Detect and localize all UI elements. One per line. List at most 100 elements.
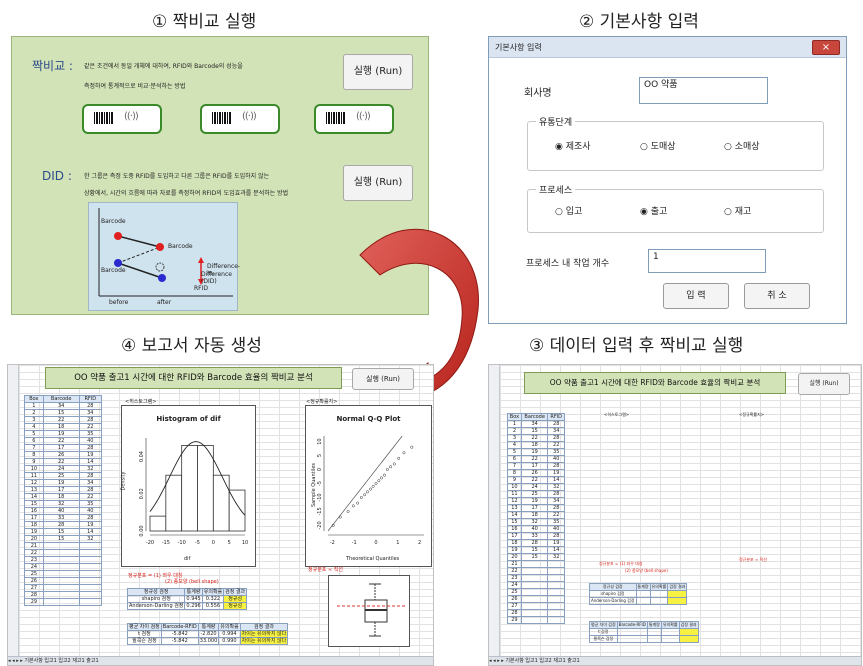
table-cell[interactable]: 33.000 <box>197 637 220 645</box>
table-cell[interactable] <box>547 616 565 624</box>
table-cell[interactable]: 통계량 <box>184 588 203 596</box>
table-cell[interactable]: 10 <box>507 483 522 491</box>
table-cell[interactable]: 14 <box>547 546 565 554</box>
table-cell[interactable]: 9 <box>507 476 522 484</box>
table-cell[interactable]: 21 <box>507 560 522 568</box>
table-cell[interactable]: 29 <box>507 616 522 624</box>
table-cell[interactable]: 28 <box>547 504 565 512</box>
table-cell[interactable]: 19 <box>547 469 565 477</box>
pair-run-button[interactable]: 실행 (Run) <box>343 54 413 90</box>
table-cell[interactable]: 25 <box>507 588 522 596</box>
table-cell[interactable]: 통계량 <box>635 583 651 591</box>
table-cell[interactable]: Anderson-Darling 검정 <box>589 597 637 605</box>
table-cell[interactable]: 20 <box>507 553 522 561</box>
table-cell[interactable]: 15 <box>42 535 80 543</box>
table-cell[interactable]: 17 <box>520 504 549 512</box>
table-cell[interactable]: 15 <box>42 409 80 417</box>
table-cell[interactable]: 27 <box>24 584 44 592</box>
table-cell[interactable]: 25 <box>42 472 80 480</box>
did-run-button[interactable]: 실행 (Run) <box>343 165 413 201</box>
table-cell[interactable]: 0.322 <box>201 595 225 603</box>
table-cell[interactable]: 2 <box>507 427 522 435</box>
table-cell[interactable]: 21 <box>24 542 44 550</box>
table-cell[interactable] <box>42 598 80 606</box>
table-cell[interactable]: 24 <box>520 483 549 491</box>
table-cell[interactable]: 19 <box>547 539 565 547</box>
table-cell[interactable]: 18 <box>520 441 549 449</box>
table-cell[interactable]: 유의확률 <box>218 623 241 631</box>
table-cell[interactable]: 검정 결과 <box>678 621 699 629</box>
table-cell[interactable]: 3 <box>24 416 44 424</box>
table-cell[interactable]: 19 <box>520 448 549 456</box>
table-cell[interactable]: 0.945 <box>184 595 203 603</box>
table-cell[interactable]: 25 <box>520 490 549 498</box>
table-cell[interactable]: 정규성 <box>223 602 248 610</box>
table-cell[interactable]: 4 <box>24 423 44 431</box>
table-cell[interactable] <box>635 590 651 598</box>
table-cell[interactable]: 18 <box>42 423 80 431</box>
table-cell[interactable]: 6 <box>507 455 522 463</box>
table-cell[interactable]: 4 <box>507 441 522 449</box>
table-cell[interactable]: 13 <box>507 504 522 512</box>
table-cell[interactable] <box>42 591 80 599</box>
table-cell[interactable]: 28 <box>78 472 103 480</box>
table-cell[interactable]: 28 <box>78 486 103 494</box>
table-cell[interactable]: 24 <box>42 465 80 473</box>
table-cell[interactable] <box>78 549 103 557</box>
table-cell[interactable] <box>520 560 549 568</box>
table-cell[interactable]: 15 <box>42 528 80 536</box>
table-cell[interactable] <box>649 597 669 605</box>
table-cell[interactable]: 16 <box>24 507 44 515</box>
table-cell[interactable]: 34 <box>547 497 565 505</box>
table-cell[interactable] <box>78 584 103 592</box>
table-cell[interactable] <box>520 581 549 589</box>
table-cell[interactable]: 28 <box>78 416 103 424</box>
table-cell[interactable]: 22 <box>507 567 522 575</box>
input-run-button[interactable]: 실행 (Run) <box>798 373 850 395</box>
table-cell[interactable]: 17 <box>42 444 80 452</box>
table-cell[interactable]: 통계량 <box>197 623 220 631</box>
table-cell[interactable] <box>660 635 680 643</box>
table-cell[interactable]: 7 <box>507 462 522 470</box>
table-cell[interactable]: 18 <box>520 511 549 519</box>
table-cell[interactable] <box>547 560 565 568</box>
radio-wholesaler[interactable]: ○ 도매상 <box>640 139 676 152</box>
table-cell[interactable]: 평균 차이 검정 <box>589 621 618 629</box>
table-cell[interactable]: 22 <box>547 511 565 519</box>
table-cell[interactable]: 33 <box>42 514 80 522</box>
table-cell[interactable]: 14 <box>547 476 565 484</box>
radio-manufacturer[interactable]: ◉ 제조사 <box>555 139 591 152</box>
table-cell[interactable]: Anderson-Darling 검정 <box>126 602 186 610</box>
table-cell[interactable]: 17 <box>42 486 80 494</box>
table-cell[interactable]: 22 <box>520 455 549 463</box>
table-cell[interactable] <box>616 635 648 643</box>
table-cell[interactable]: 1 <box>507 420 522 428</box>
table-cell[interactable]: 40 <box>78 507 103 515</box>
table-cell[interactable]: 28 <box>520 539 549 547</box>
table-cell[interactable]: shapiro 검정 <box>126 595 186 603</box>
table-cell[interactable]: 28 <box>547 490 565 498</box>
table-cell[interactable]: 14 <box>78 528 103 536</box>
table-cell[interactable]: 34 <box>547 427 565 435</box>
table-cell[interactable]: 23 <box>507 574 522 582</box>
table-cell[interactable] <box>520 602 549 610</box>
table-cell[interactable]: 19 <box>42 479 80 487</box>
task-count-field[interactable]: 1 <box>648 249 766 273</box>
table-cell[interactable] <box>78 556 103 564</box>
radio-outbound[interactable]: ◉ 출고 <box>640 204 667 217</box>
table-cell[interactable]: 정규성 검정 <box>589 583 637 591</box>
table-cell[interactable]: 17 <box>24 514 44 522</box>
table-cell[interactable] <box>678 628 699 636</box>
table-cell[interactable]: Box <box>24 395 44 403</box>
table-cell[interactable]: 22 <box>42 416 80 424</box>
cancel-button[interactable]: 취 소 <box>744 283 810 309</box>
table-cell[interactable]: 윌콕슨 검정 <box>589 635 618 643</box>
table-cell[interactable]: Box <box>507 413 522 421</box>
table-cell[interactable]: 19 <box>42 430 80 438</box>
table-cell[interactable]: 24 <box>507 581 522 589</box>
table-cell[interactable] <box>678 635 699 643</box>
table-cell[interactable]: 15 <box>24 500 44 508</box>
table-cell[interactable]: 윌콕슨 검정 <box>127 637 162 645</box>
table-cell[interactable]: 13 <box>24 486 44 494</box>
table-cell[interactable]: 28 <box>547 532 565 540</box>
